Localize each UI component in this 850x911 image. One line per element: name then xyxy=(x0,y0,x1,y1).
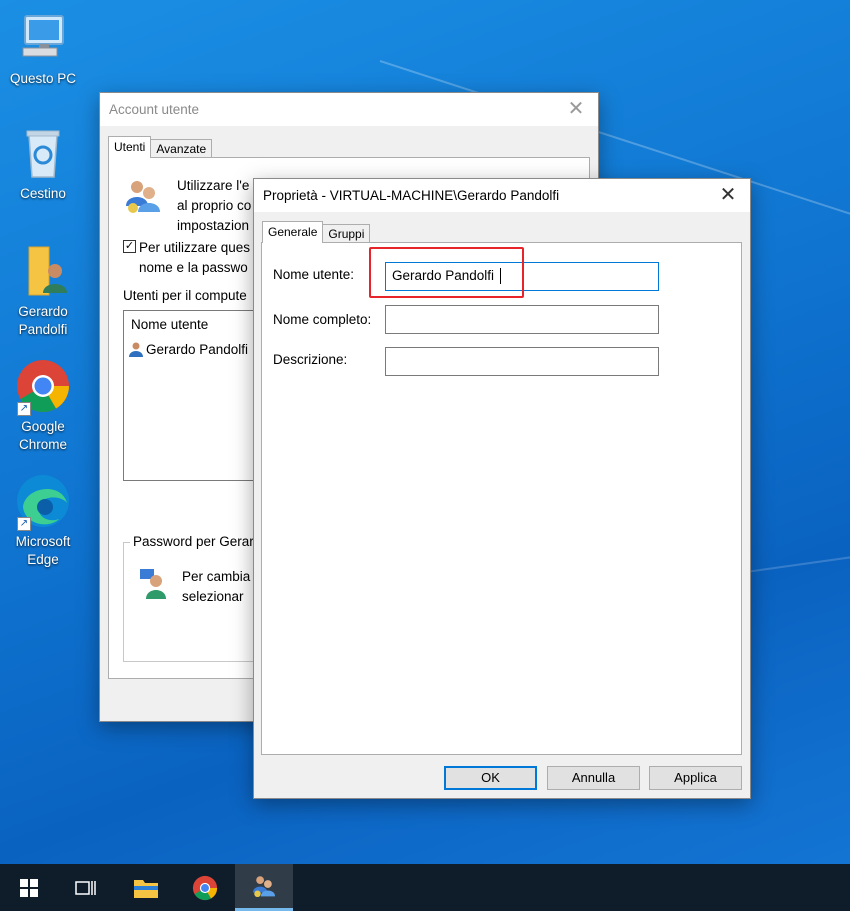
user-key-icon xyxy=(138,567,170,602)
desktop-icon-user-folder[interactable]: Gerardo Pandolfi xyxy=(5,243,81,339)
desktop-icon-recycle-bin[interactable]: Cestino xyxy=(5,125,81,203)
tab-utenti[interactable]: Utenti xyxy=(108,136,152,158)
computer-icon xyxy=(15,10,71,66)
user-accounts-icon[interactable] xyxy=(235,864,293,911)
desktop-icon-this-pc[interactable]: Questo PC xyxy=(5,10,81,88)
close-icon[interactable]: ✕ xyxy=(716,183,740,207)
general-tab-panel: Nome utente: Gerardo Pandolfi Nome compl… xyxy=(261,242,742,755)
checkbox-label: Per utilizzare ques nome e la passwo xyxy=(139,240,251,275)
tab-gruppi[interactable]: Gruppi xyxy=(322,224,371,243)
users-group-icon xyxy=(123,176,163,219)
fullname-field[interactable] xyxy=(385,305,659,334)
list-header-username[interactable]: Nome utente xyxy=(131,317,208,332)
user-icon xyxy=(128,341,144,357)
users-label: Utenti per il compute xyxy=(123,288,247,303)
ok-button[interactable]: OK xyxy=(444,766,537,790)
users-list[interactable]: Nome utente Gerardo Pandolfi xyxy=(123,310,263,481)
red-highlight-box xyxy=(369,247,524,298)
account-window-titlebar[interactable]: Account utente ✕ xyxy=(100,93,598,126)
password-group-label: Password per Gerar xyxy=(130,534,257,549)
cancel-button[interactable]: Annulla xyxy=(547,766,640,790)
properties-titlebar[interactable]: Proprietà - VIRTUAL-MACHINE\Gerardo Pand… xyxy=(254,179,750,212)
desktop-icon-label: Microsoft Edge xyxy=(15,534,71,567)
description-label: Descrizione: xyxy=(273,352,348,367)
task-view-icon[interactable] xyxy=(57,864,115,911)
chrome-icon[interactable] xyxy=(176,864,234,911)
taskbar xyxy=(0,864,850,911)
chrome-icon: ↗ xyxy=(15,358,71,416)
desktop-icon-label: Gerardo Pandolfi xyxy=(18,304,68,337)
fullname-label: Nome completo: xyxy=(273,312,372,327)
recycle-bin-icon xyxy=(15,125,71,181)
desktop-icon-label: Cestino xyxy=(20,186,66,201)
require-password-checkbox[interactable]: ✓ xyxy=(123,240,136,253)
desktop-icon-label: Google Chrome xyxy=(18,419,67,452)
username-label: Nome utente: xyxy=(273,267,355,282)
account-tabs: Utenti Avanzate xyxy=(108,136,213,158)
desktop-icon-chrome[interactable]: ↗ Google Chrome xyxy=(5,358,81,454)
list-item[interactable]: Gerardo Pandolfi xyxy=(128,341,248,357)
password-text: Per cambia selezionar xyxy=(182,569,251,604)
desktop-icon-edge[interactable]: ↗ Microsoft Edge xyxy=(5,473,81,569)
file-explorer-icon[interactable] xyxy=(117,864,175,911)
edge-icon: ↗ xyxy=(15,473,71,531)
description-field[interactable] xyxy=(385,347,659,376)
tab-generale[interactable]: Generale xyxy=(262,221,324,243)
user-folder-icon xyxy=(15,243,71,299)
properties-tabs: Generale Gruppi xyxy=(262,221,371,243)
shortcut-arrow-icon: ↗ xyxy=(17,517,31,531)
tab-avanzate[interactable]: Avanzate xyxy=(150,139,213,158)
properties-title: Proprietà - VIRTUAL-MACHINE\Gerardo Pand… xyxy=(263,188,560,203)
account-window-title: Account utente xyxy=(109,102,200,117)
shortcut-arrow-icon: ↗ xyxy=(17,402,31,416)
close-icon[interactable]: ✕ xyxy=(564,97,588,121)
properties-dialog[interactable]: Proprietà - VIRTUAL-MACHINE\Gerardo Pand… xyxy=(253,178,751,799)
desktop-icon-label: Questo PC xyxy=(9,71,77,86)
intro-text: Utilizzare l'e al proprio co impostazion xyxy=(177,178,252,233)
start-icon[interactable] xyxy=(0,864,58,911)
apply-button[interactable]: Applica xyxy=(649,766,742,790)
